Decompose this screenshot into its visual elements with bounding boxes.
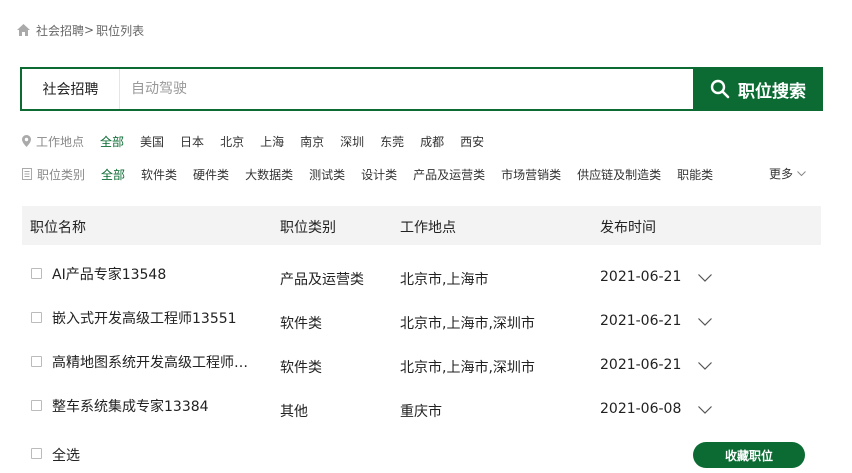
table-row[interactable]: 高精地图系统开发高级工程师… 软件类 北京市,上海市,深圳市 2021-06-2… bbox=[22, 344, 821, 388]
location-option-japan[interactable]: 日本 bbox=[180, 133, 204, 150]
table-header: 职位名称 职位类别 工作地点 发布时间 bbox=[22, 206, 821, 245]
type-option-product-ops[interactable]: 产品及运营类 bbox=[413, 166, 485, 183]
job-location: 重庆市 bbox=[400, 404, 442, 420]
breadcrumb-current: 职位列表 bbox=[96, 23, 145, 38]
type-option-design[interactable]: 设计类 bbox=[361, 166, 397, 183]
job-name[interactable]: 嵌入式开发高级工程师13551 bbox=[52, 308, 237, 328]
breadcrumb-parent[interactable]: 社会招聘 bbox=[36, 22, 84, 39]
document-icon bbox=[22, 168, 32, 180]
location-option-dongguan[interactable]: 东莞 bbox=[380, 133, 404, 150]
header-job-category: 职位类别 bbox=[280, 220, 336, 236]
chevron-down-icon bbox=[797, 170, 806, 176]
location-option-all[interactable]: 全部 bbox=[100, 133, 124, 150]
location-pin-icon bbox=[22, 135, 31, 147]
more-filter-label: 更多 bbox=[769, 167, 794, 181]
table-row[interactable]: 整车系统集成专家13384 其他 重庆市 2021-06-08 bbox=[22, 388, 821, 432]
location-option-shenzhen[interactable]: 深圳 bbox=[340, 133, 364, 150]
favorite-jobs-button[interactable]: 收藏职位 bbox=[693, 442, 805, 468]
job-location: 北京市,上海市 bbox=[400, 272, 489, 288]
type-option-all[interactable]: 全部 bbox=[101, 166, 125, 183]
table-row[interactable]: AI产品专家13548 产品及运营类 北京市,上海市 2021-06-21 bbox=[22, 256, 821, 300]
job-date: 2021-06-21 bbox=[600, 269, 682, 285]
select-all-checkbox[interactable] bbox=[31, 448, 42, 459]
expand-chevron-icon[interactable] bbox=[698, 318, 712, 326]
job-date: 2021-06-21 bbox=[600, 357, 682, 373]
location-filter-label: 工作地点 bbox=[36, 134, 85, 149]
table-row[interactable]: 嵌入式开发高级工程师13551 软件类 北京市,上海市,深圳市 2021-06-… bbox=[22, 300, 821, 344]
type-option-bigdata[interactable]: 大数据类 bbox=[245, 166, 293, 183]
type-filter-label: 职位类别 bbox=[37, 167, 86, 182]
job-category: 软件类 bbox=[280, 316, 322, 332]
row-checkbox[interactable] bbox=[31, 400, 42, 411]
location-option-nanjing[interactable]: 南京 bbox=[300, 133, 324, 150]
type-option-marketing[interactable]: 市场营销类 bbox=[501, 166, 561, 183]
location-option-shanghai[interactable]: 上海 bbox=[260, 133, 284, 150]
location-option-chengdu[interactable]: 成都 bbox=[420, 133, 444, 150]
search-button[interactable]: 职位搜索 bbox=[693, 67, 823, 111]
job-date: 2021-06-08 bbox=[600, 401, 682, 417]
search-category[interactable]: 社会招聘 bbox=[22, 69, 120, 109]
job-category: 软件类 bbox=[280, 360, 322, 376]
location-filter: 工作地点 全部 美国 日本 北京 上海 南京 深圳 东莞 成都 西安 bbox=[22, 132, 500, 150]
favorite-jobs-label: 收藏职位 bbox=[724, 448, 773, 463]
job-name[interactable]: AI产品专家13548 bbox=[52, 264, 166, 284]
job-location: 北京市,上海市,深圳市 bbox=[400, 316, 535, 332]
expand-chevron-icon[interactable] bbox=[698, 406, 712, 414]
type-option-hardware[interactable]: 硬件类 bbox=[193, 166, 229, 183]
row-checkbox[interactable] bbox=[31, 268, 42, 279]
location-option-xian[interactable]: 西安 bbox=[460, 133, 484, 150]
job-date: 2021-06-21 bbox=[600, 313, 682, 329]
more-filter-button[interactable]: 更多 bbox=[769, 165, 806, 182]
header-publish-date: 发布时间 bbox=[600, 220, 656, 236]
home-icon[interactable] bbox=[17, 24, 30, 36]
row-checkbox[interactable] bbox=[31, 312, 42, 323]
job-location: 北京市,上海市,深圳市 bbox=[400, 360, 535, 376]
breadcrumb: 社会招聘 > 职位列表 bbox=[17, 21, 144, 39]
job-name[interactable]: 整车系统集成专家13384 bbox=[52, 396, 209, 416]
expand-chevron-icon[interactable] bbox=[698, 362, 712, 370]
search-input[interactable] bbox=[120, 69, 693, 109]
search-button-label: 职位搜索 bbox=[738, 81, 806, 102]
type-option-software[interactable]: 软件类 bbox=[141, 166, 177, 183]
type-option-functional[interactable]: 职能类 bbox=[677, 166, 713, 183]
type-option-testing[interactable]: 测试类 bbox=[309, 166, 345, 183]
row-checkbox[interactable] bbox=[31, 356, 42, 367]
header-location: 工作地点 bbox=[400, 220, 456, 236]
job-name[interactable]: 高精地图系统开发高级工程师… bbox=[52, 352, 248, 372]
search-icon bbox=[710, 79, 730, 99]
type-filter: 职位类别 全部 软件类 硬件类 大数据类 测试类 设计类 产品及运营类 市场营销… bbox=[22, 165, 729, 183]
location-option-usa[interactable]: 美国 bbox=[140, 133, 164, 150]
expand-chevron-icon[interactable] bbox=[698, 274, 712, 282]
type-option-supply-chain[interactable]: 供应链及制造类 bbox=[577, 166, 661, 183]
select-all-label[interactable]: 全选 bbox=[52, 445, 80, 465]
search-bar: 社会招聘 职位搜索 bbox=[20, 67, 823, 111]
location-option-beijing[interactable]: 北京 bbox=[220, 133, 244, 150]
header-job-name: 职位名称 bbox=[30, 220, 86, 236]
job-category: 产品及运营类 bbox=[280, 272, 364, 288]
job-category: 其他 bbox=[280, 404, 308, 420]
breadcrumb-separator: > bbox=[84, 23, 95, 37]
